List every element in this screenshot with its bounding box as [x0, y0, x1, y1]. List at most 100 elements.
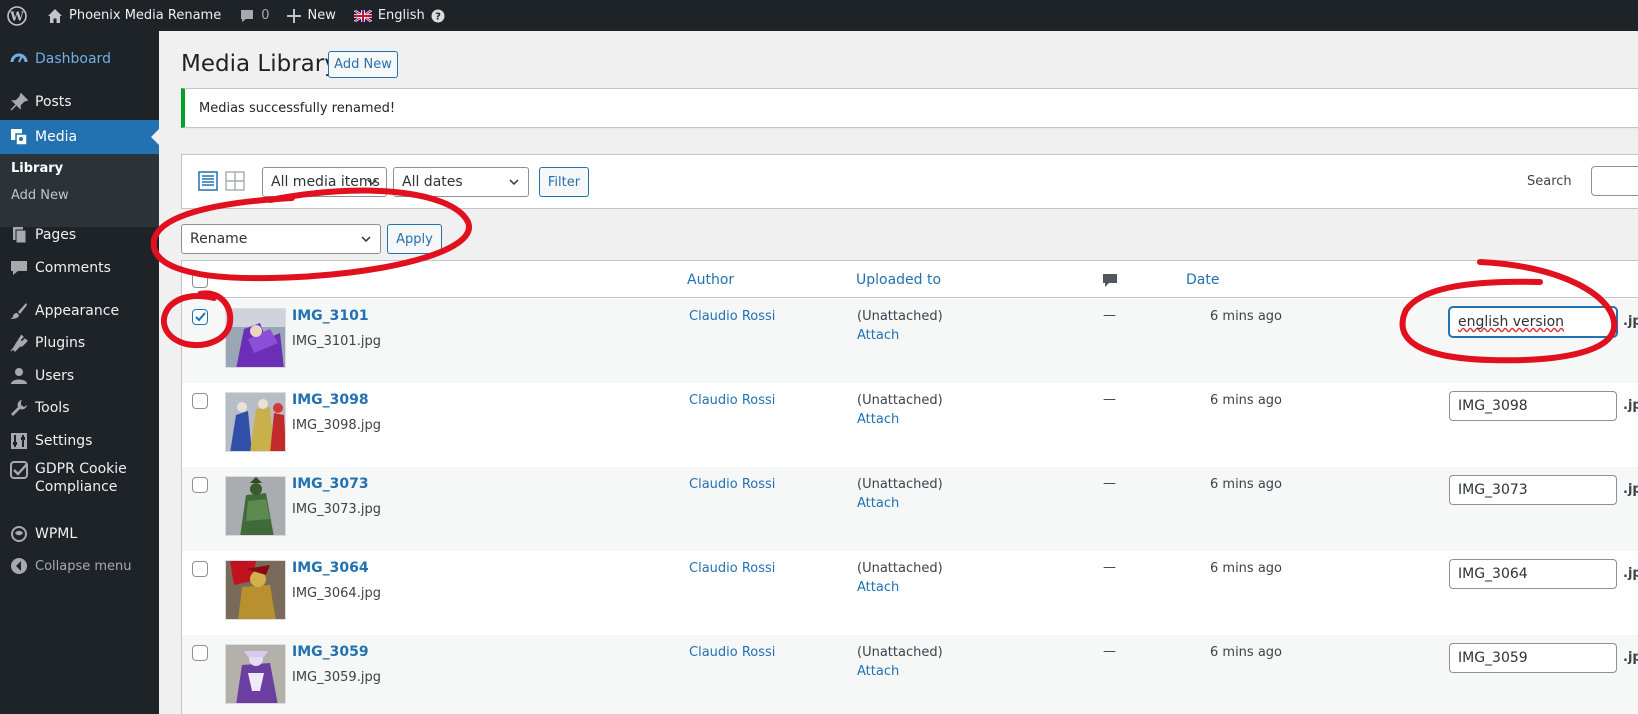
sidebar-item-plugins[interactable]: Plugins	[0, 329, 159, 357]
author-link[interactable]: Claudio Rossi	[689, 645, 775, 660]
notice-text: Medias successfully renamed!	[199, 100, 396, 116]
sidebar-item-wpml[interactable]: WPML	[0, 520, 159, 548]
admin-bar: W Phoenix Media Rename 0 New English ?	[0, 0, 1638, 31]
sidebar-item-label: Comments	[35, 260, 111, 276]
submenu-item-add-new[interactable]: Add New	[11, 188, 69, 203]
help-icon[interactable]: ?	[431, 9, 445, 23]
dashboard-icon	[9, 49, 29, 69]
main-content: Media Library Add New Medias successfull…	[159, 31, 1638, 714]
media-thumbnail[interactable]	[225, 560, 286, 620]
media-submenu: Library Add New	[0, 154, 159, 227]
attach-link[interactable]: Attach	[857, 664, 899, 679]
sidebar-item-comments[interactable]: Comments	[0, 254, 159, 282]
media-type-select[interactable]: All media items	[262, 167, 387, 197]
new-filename-input[interactable]: IMG_3073	[1449, 475, 1617, 505]
sidebar-item-settings[interactable]: Settings	[0, 427, 159, 455]
comments-count: —	[1103, 644, 1116, 659]
parent-status: (Unattached)	[857, 309, 943, 324]
plus-icon	[287, 8, 302, 23]
comments-count: —	[1103, 392, 1116, 407]
media-title-link[interactable]: IMG_3064	[292, 560, 369, 576]
sidebar-item-pages[interactable]: Pages	[0, 221, 159, 249]
select-all-checkbox[interactable]	[192, 272, 208, 288]
column-uploaded-to[interactable]: Uploaded to	[856, 272, 941, 288]
media-thumbnail[interactable]	[225, 308, 286, 368]
sidebar-item-label: Users	[35, 368, 75, 384]
new-filename-input[interactable]: IMG_3064	[1449, 559, 1617, 589]
row-checkbox[interactable]	[192, 561, 208, 577]
media-thumbnail[interactable]	[225, 476, 286, 536]
comment-icon[interactable]	[1102, 272, 1118, 292]
svg-text:?: ?	[435, 11, 441, 22]
comments-link[interactable]: 0	[230, 0, 278, 31]
date-filter-select[interactable]: All dates	[393, 167, 529, 197]
new-filename-input[interactable]: english version	[1449, 307, 1617, 337]
column-date[interactable]: Date	[1186, 272, 1219, 288]
author-link[interactable]: Claudio Rossi	[689, 477, 775, 492]
author-link[interactable]: Claudio Rossi	[689, 309, 775, 324]
list-view-icon[interactable]	[198, 171, 218, 195]
add-new-button[interactable]: Add New	[328, 51, 398, 78]
file-extension: .jpg	[1623, 314, 1638, 329]
row-checkbox[interactable]	[192, 393, 208, 409]
grid-view-icon[interactable]	[225, 171, 245, 195]
sidebar-item-gdpr-cookie-compliance[interactable]: GDPR Cookie Compliance	[0, 460, 159, 498]
media-title-link[interactable]: IMG_3098	[292, 392, 369, 408]
new-filename-input[interactable]: IMG_3098	[1449, 391, 1617, 421]
row-checkbox[interactable]	[192, 309, 208, 325]
media-thumbnail[interactable]	[225, 392, 286, 452]
comments-count: —	[1103, 308, 1116, 323]
collapse-icon	[9, 556, 29, 576]
site-name-link[interactable]: Phoenix Media Rename	[38, 0, 230, 31]
author-link[interactable]: Claudio Rossi	[689, 393, 775, 408]
collapse-menu-button[interactable]: Collapse menu	[0, 552, 159, 580]
media-title-link[interactable]: IMG_3059	[292, 644, 369, 660]
sidebar-item-label: Posts	[35, 94, 72, 110]
search-input[interactable]	[1591, 166, 1638, 196]
wpml-icon	[9, 524, 29, 544]
sidebar-item-dashboard[interactable]: Dashboard	[0, 45, 159, 73]
bulk-action-value: Rename	[190, 231, 248, 247]
media-title-link[interactable]: IMG_3101	[292, 308, 369, 324]
attach-link[interactable]: Attach	[857, 580, 899, 595]
column-author[interactable]: Author	[687, 272, 734, 288]
parent-status: (Unattached)	[857, 477, 943, 492]
attach-link[interactable]: Attach	[857, 412, 899, 427]
gdpr-label-line1: GDPR Cookie	[35, 461, 127, 477]
chevron-down-icon	[361, 236, 371, 243]
sidebar-item-posts[interactable]: Posts	[0, 88, 159, 116]
checkmark-icon	[195, 312, 206, 322]
sidebar-item-tools[interactable]: Tools	[0, 394, 159, 422]
comment-icon	[241, 9, 254, 22]
row-checkbox[interactable]	[192, 477, 208, 493]
chevron-down-icon	[367, 179, 377, 186]
attach-link[interactable]: Attach	[857, 328, 899, 343]
sidebar-item-users[interactable]: Users	[0, 362, 159, 390]
site-name: Phoenix Media Rename	[69, 8, 222, 23]
bulk-action-select[interactable]: Rename	[181, 224, 381, 254]
table-row: IMG_3064 IMG_3064.jpg Claudio Rossi (Una…	[182, 551, 1638, 635]
wordpress-logo-icon[interactable]: W	[2, 0, 38, 31]
author-link[interactable]: Claudio Rossi	[689, 561, 775, 576]
language-label: English	[377, 8, 425, 23]
file-extension: .jpg	[1623, 650, 1638, 665]
row-checkbox[interactable]	[192, 645, 208, 661]
new-content-link[interactable]: New	[278, 0, 344, 31]
apply-button[interactable]: Apply	[387, 224, 442, 254]
sidebar-item-media[interactable]: Media	[0, 120, 159, 154]
media-filename: IMG_3059.jpg	[292, 670, 381, 685]
attach-link[interactable]: Attach	[857, 496, 899, 511]
pin-icon	[9, 92, 29, 112]
language-switcher[interactable]: English ?	[345, 0, 454, 31]
media-filename: IMG_3101.jpg	[292, 334, 381, 349]
filter-button[interactable]: Filter	[539, 167, 589, 197]
new-filename-input[interactable]: IMG_3059	[1449, 643, 1617, 673]
brush-icon	[9, 301, 29, 321]
parent-status: (Unattached)	[857, 393, 943, 408]
table-row: IMG_3073 IMG_3073.jpg Claudio Rossi (Una…	[182, 467, 1638, 551]
sidebar-item-appearance[interactable]: Appearance	[0, 297, 159, 325]
media-thumbnail[interactable]	[225, 644, 286, 704]
media-title-link[interactable]: IMG_3073	[292, 476, 369, 492]
submenu-item-library[interactable]: Library	[11, 161, 63, 176]
parent-status: (Unattached)	[857, 645, 943, 660]
